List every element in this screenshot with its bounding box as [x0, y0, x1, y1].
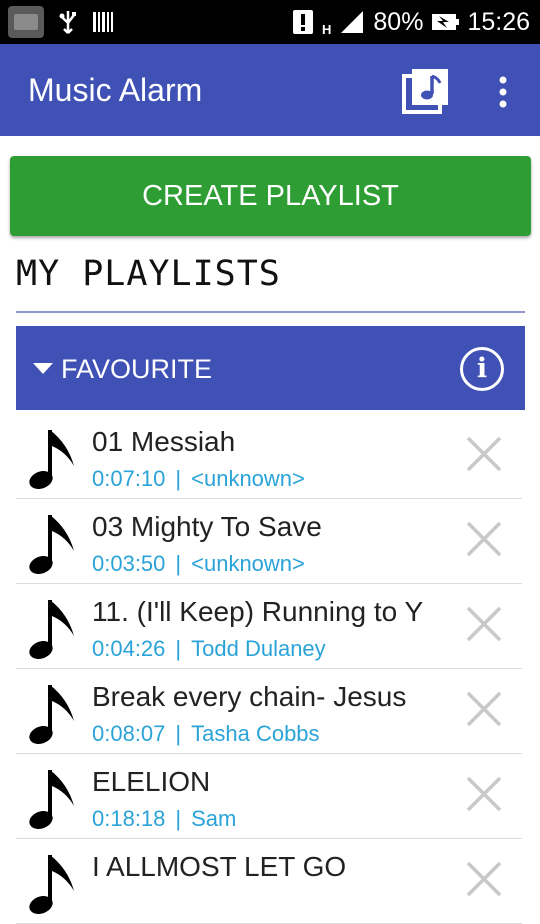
remove-song-icon[interactable]: [464, 519, 504, 559]
playlist-name: FAVOURITE: [61, 354, 213, 384]
song-row[interactable]: I ALLMOST LET GO: [16, 839, 522, 924]
song-artist: Todd Dulaney: [191, 636, 326, 661]
music-note-icon: [29, 855, 74, 914]
song-duration: 0:08:07: [92, 721, 166, 746]
song-artist: <unknown>: [191, 466, 305, 491]
barcode-icon: [93, 12, 113, 32]
section-divider: [16, 311, 525, 313]
remove-song-icon[interactable]: [464, 859, 504, 899]
overflow-menu-icon[interactable]: [488, 70, 518, 114]
song-row[interactable]: 01 Messiah 0:07:10 | <unknown>: [16, 414, 522, 499]
song-title: 01 Messiah: [92, 426, 236, 457]
meta-separator: |: [175, 466, 182, 491]
app-thumbnail-icon: [8, 6, 44, 38]
remove-song-icon[interactable]: [464, 604, 504, 644]
song-meta: [92, 891, 112, 917]
remove-song-icon[interactable]: [464, 689, 504, 729]
clock: 15:26: [467, 7, 530, 36]
music-note-icon: [29, 430, 74, 489]
alert-icon: [293, 10, 313, 34]
song-title: I ALLMOST LET GO: [92, 851, 347, 882]
app-title: Music Alarm: [28, 72, 203, 108]
meta-separator: |: [175, 721, 182, 746]
song-artist: Tasha Cobbs: [191, 721, 320, 746]
battery-charging-icon: [432, 14, 460, 30]
music-note-icon: [29, 770, 74, 829]
song-meta: 0:18:18 | Sam: [92, 806, 236, 832]
music-note-icon: [29, 600, 74, 659]
signal-icon: [341, 11, 364, 33]
create-playlist-button[interactable]: CREATE PLAYLIST: [10, 156, 531, 236]
status-bar: H 80% 15:26: [0, 0, 540, 44]
song-row[interactable]: 11. (I'll Keep) Running to Y 0:04:26 | Tod…: [16, 584, 522, 669]
song-title: Break every chain- Jesus: [92, 681, 407, 712]
song-meta: 0:04:26 | Todd Dulaney: [92, 636, 326, 662]
song-list: 01 Messiah 0:07:10 | <unknown> 03 Mighty T…: [16, 414, 522, 924]
info-icon[interactable]: i: [460, 347, 504, 391]
music-note-icon: [29, 515, 74, 574]
song-title: 11. (I'll Keep) Running to Y: [92, 596, 424, 627]
music-note-icon: [29, 685, 74, 744]
song-duration: 0:03:50: [92, 551, 166, 576]
meta-separator: |: [175, 806, 182, 831]
song-row[interactable]: 03 Mighty To Save 0:03:50 | <unknown>: [16, 499, 522, 584]
usb-icon: [59, 11, 76, 34]
app-bar: Music Alarm: [0, 44, 540, 136]
song-row[interactable]: ELELION 0:18:18 | Sam: [16, 754, 522, 839]
song-duration: 0:04:26: [92, 636, 166, 661]
song-meta: 0:03:50 | <unknown>: [92, 551, 305, 577]
song-artist: Sam: [191, 806, 237, 831]
song-meta: 0:08:07 | Tasha Cobbs: [92, 721, 320, 747]
remove-song-icon[interactable]: [464, 774, 504, 814]
remove-song-icon[interactable]: [464, 434, 504, 474]
song-meta: 0:07:10 | <unknown>: [92, 466, 305, 492]
song-row[interactable]: Break every chain- Jesus 0:08:07 | Tasha C…: [16, 669, 522, 754]
meta-separator: |: [175, 636, 182, 661]
song-title: 03 Mighty To Save: [92, 511, 322, 542]
meta-separator: |: [175, 551, 182, 576]
song-duration: 0:18:18: [92, 806, 166, 831]
song-duration: 0:07:10: [92, 466, 166, 491]
song-title: ELELION: [92, 766, 211, 797]
song-artist: <unknown>: [191, 551, 305, 576]
music-library-icon[interactable]: [400, 66, 452, 118]
expand-caret-icon: [33, 363, 53, 374]
battery-percent: 80%: [373, 7, 424, 36]
network-type: H: [322, 21, 332, 37]
playlist-header[interactable]: FAVOURITE i: [16, 326, 525, 410]
section-title: MY PLAYLISTS: [16, 254, 281, 294]
